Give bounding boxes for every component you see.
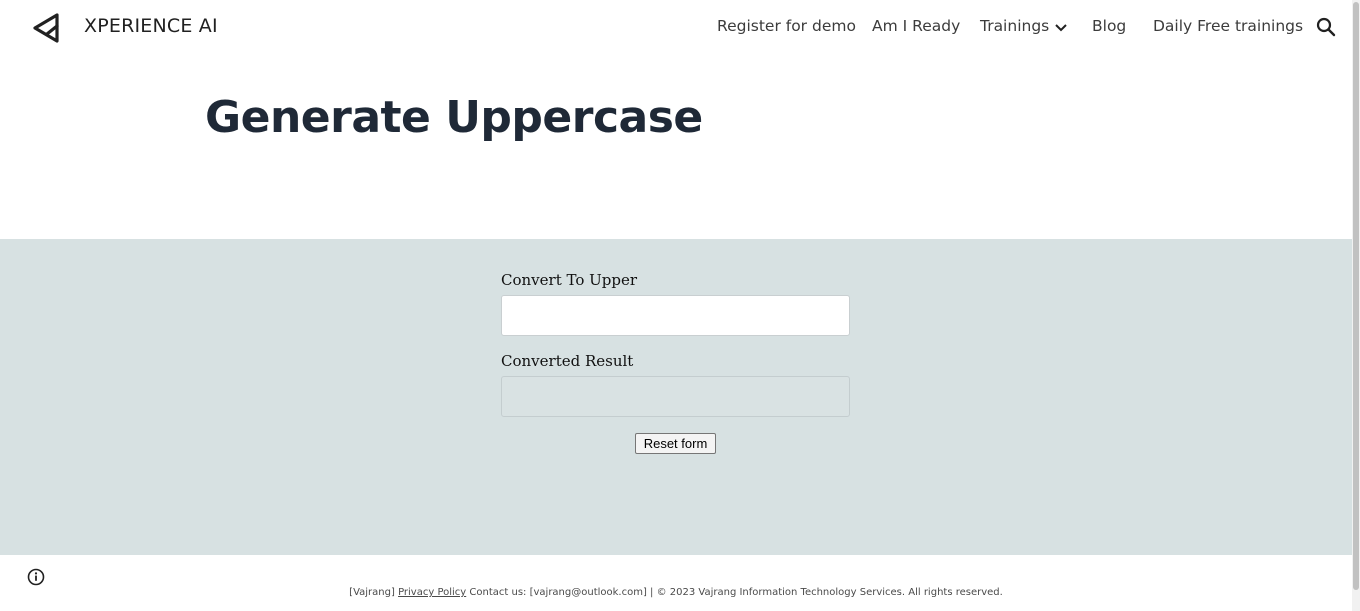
convert-input-label: Convert To Upper <box>501 271 638 289</box>
site-footer: [Vajrang] Privacy Policy Contact us: [va… <box>0 587 1352 598</box>
nav-item-blog[interactable]: Blog <box>1092 17 1126 35</box>
arrow-logo-icon[interactable] <box>31 12 61 44</box>
convert-to-upper-input[interactable] <box>501 295 850 336</box>
nav-item-am-i-ready[interactable]: Am I Ready <box>872 17 960 35</box>
chevron-down-icon <box>1055 18 1067 36</box>
footer-prefix: [Vajrang] <box>349 587 395 598</box>
scrollbar-thumb[interactable] <box>1353 2 1359 590</box>
search-icon[interactable] <box>1315 16 1337 38</box>
nav-item-daily-free-trainings[interactable]: Daily Free trainings <box>1153 17 1303 35</box>
converted-result-label: Converted Result <box>501 352 634 370</box>
info-icon[interactable] <box>27 568 45 586</box>
nav-item-trainings[interactable]: Trainings <box>980 17 1067 36</box>
site-title[interactable]: XPERIENCE AI <box>84 15 218 37</box>
reset-form-button[interactable]: Reset form <box>635 433 716 454</box>
page-title: Generate Uppercase <box>205 92 703 143</box>
site-header: XPERIENCE AI Register for demo Am I Read… <box>0 0 1352 56</box>
footer-contact-text: Contact us: [vajrang@outlook.com] | © 20… <box>469 587 1003 598</box>
converted-result-field[interactable] <box>501 376 850 417</box>
privacy-policy-link[interactable]: Privacy Policy <box>398 587 466 598</box>
nav-item-label: Trainings <box>980 17 1050 35</box>
page: XPERIENCE AI Register for demo Am I Read… <box>0 0 1360 611</box>
nav-item-register-for-demo[interactable]: Register for demo <box>717 17 856 35</box>
converter-form-section: Convert To Upper Converted Result Reset … <box>0 239 1352 555</box>
